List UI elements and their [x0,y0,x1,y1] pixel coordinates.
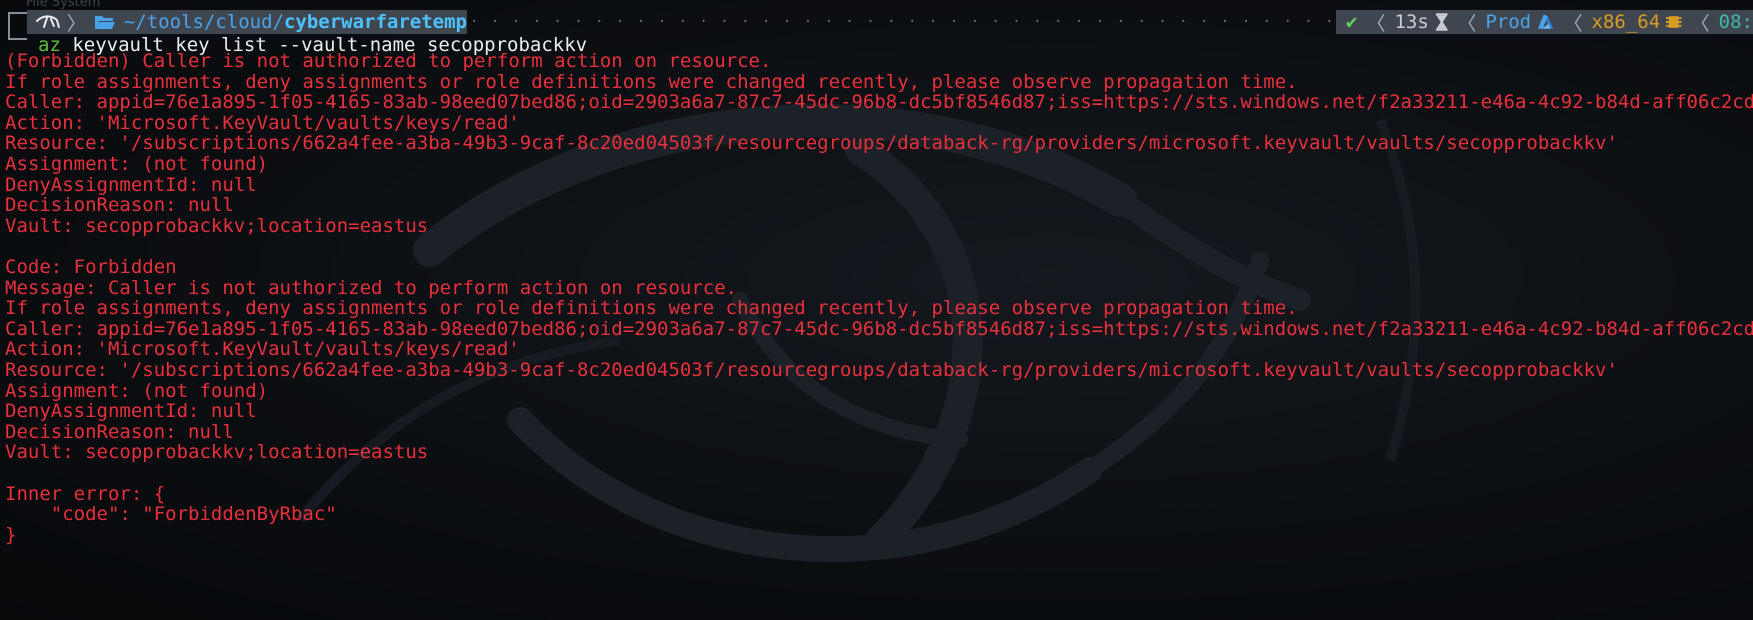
output-line: Resource: '/subscriptions/662a4fee-a3ba-… [5,359,1618,381]
path-prefix: ~/tools/cloud/ [123,11,284,33]
output-line: "code": "ForbiddenByRbac" [5,503,337,525]
output-line: (Forbidden) Caller is not authorized to … [5,50,772,72]
output-line: Assignment: (not found) [5,153,269,175]
check-icon: ✔ [1346,11,1358,33]
output-line: Resource: '/subscriptions/662a4fee-a3ba-… [5,132,1618,154]
cpu-icon [1666,16,1682,28]
azure-profile: Prod [1485,11,1532,33]
output-line: Vault: secopprobackkv;location=eastus [5,441,429,463]
folder-open-icon [94,16,115,29]
terminal-window[interactable]: File System 〉 ~/tools/cloud/cyberwarfare… [0,0,1753,620]
segment-separator-icon: 〈 [1457,12,1477,35]
segment-separator-icon: 〈 [1366,12,1386,35]
prompt-filler-dots: · · · · · · · · · · · · · · · · · · · · … [470,14,1334,30]
hourglass-icon [1435,13,1448,31]
prompt-status-segment: ✔ 〈 13s 〈 Prod 〈 x86_64 〈 08: [1336,10,1753,35]
output-line: Action: 'Microsoft.KeyVault/vaults/keys/… [5,338,520,360]
segment-separator-icon: 〈 [1563,12,1583,35]
prompt-path-segment: 〉 ~/tools/cloud/cyberwarfaretemp [27,10,467,35]
clock-time: 08: [1718,11,1753,33]
kali-dragon-icon [35,15,60,28]
command-duration: 13s [1394,11,1429,33]
output-line: Code: Forbidden [5,256,177,278]
path-current-directory: cyberwarfaretemp [283,11,467,33]
output-line: DecisionReason: null [5,194,234,216]
prompt-frame-bottom [8,24,27,40]
desktop-file-system-label[interactable]: File System [26,0,100,10]
output-line: DenyAssignmentId: null [5,400,257,422]
azure-icon [1538,14,1554,29]
output-line: } [5,524,17,546]
cpu-architecture: x86_64 [1591,11,1661,33]
segment-separator-icon: 〈 [1690,12,1710,35]
output-line: Vault: secopprobackkv;location=eastus [5,215,429,237]
segment-separator-icon: 〉 [66,12,86,35]
output-line: If role assignments, deny assignments or… [5,297,1298,319]
output-line: Caller: appid=76e1a895-1f05-4165-83ab-98… [5,91,1753,113]
